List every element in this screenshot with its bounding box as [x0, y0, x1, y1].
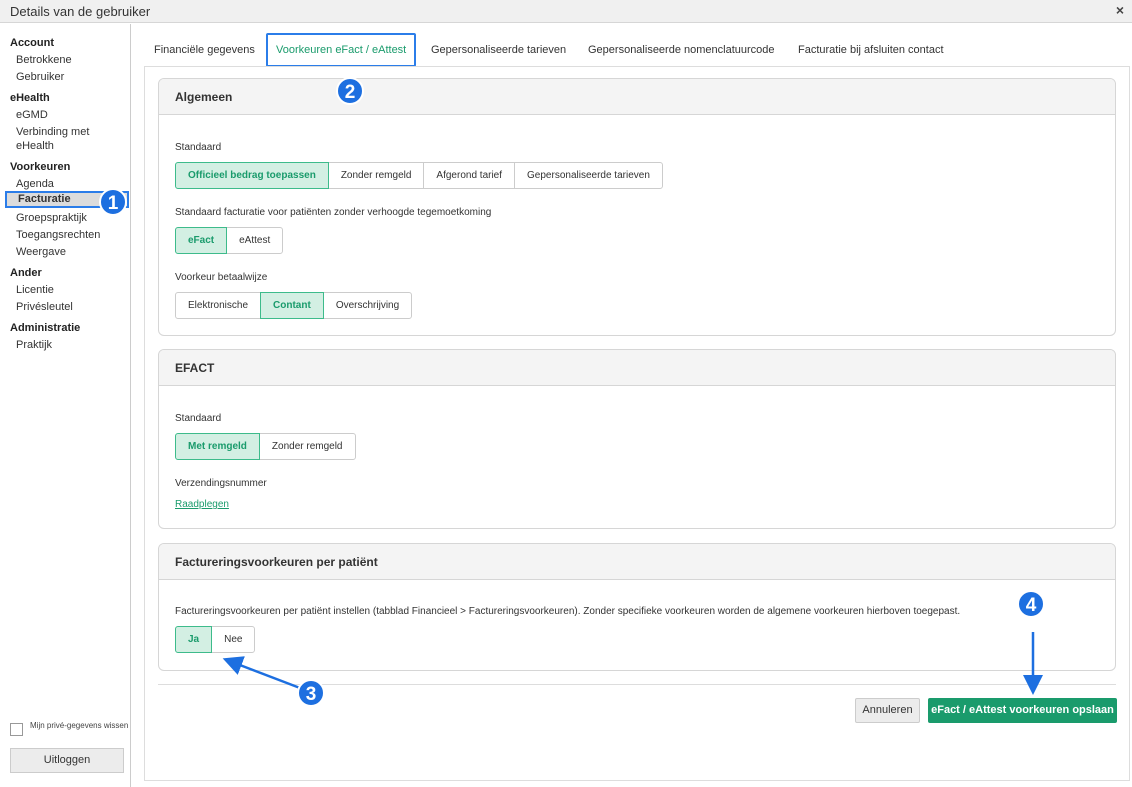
- option-eattest[interactable]: eAttest: [226, 227, 284, 254]
- verzendingsnummer-label: Verzendingsnummer: [175, 478, 267, 489]
- option-contant[interactable]: Contant: [260, 292, 324, 319]
- tab-facturatie-afsluiten-contact[interactable]: Facturatie bij afsluiten contact: [798, 33, 944, 67]
- option-gepersonaliseerde-tarieven[interactable]: Gepersonaliseerde tarieven: [514, 162, 663, 189]
- wipe-private-data-label: Mijn privé-gegevens wissen: [30, 721, 129, 730]
- sidebar-item-betrokkene[interactable]: Betrokkene: [16, 53, 126, 67]
- cancel-button[interactable]: Annuleren: [855, 698, 920, 723]
- patient-preferences-segmented: Ja Nee: [175, 626, 256, 653]
- main-content: Algemeen Standaard Officieel bedrag toep…: [144, 66, 1130, 781]
- tab-voorkeuren-efact-eattest[interactable]: Voorkeuren eFact / eAttest: [266, 33, 417, 67]
- sidebar-group-ander: Ander: [10, 267, 42, 279]
- facturatie-label: Standaard facturatie voor patiënten zond…: [175, 207, 492, 218]
- annotation-badge-2: 2: [336, 77, 364, 105]
- option-overschrijving[interactable]: Overschrijving: [322, 292, 413, 319]
- betaalwijze-segmented: Elektronische Contant Overschrijving: [175, 292, 413, 319]
- window-titlebar: Details van de gebruiker ×: [0, 0, 1132, 23]
- facturatie-segmented: eFact eAttest: [175, 227, 284, 254]
- algemeen-standaard-segmented: Officieel bedrag toepassen Zonder remgel…: [175, 162, 663, 189]
- sidebar-item-verbinding-ehealth[interactable]: Verbinding met eHealth: [16, 125, 106, 153]
- sidebar-group-ehealth: eHealth: [10, 92, 50, 104]
- tab-gepersonaliseerde-tarieven[interactable]: Gepersonaliseerde tarieven: [431, 33, 566, 67]
- sidebar-item-gebruiker[interactable]: Gebruiker: [16, 70, 126, 84]
- panel-efact: EFACT Standaard Met remgeld Zonder remge…: [158, 349, 1116, 529]
- close-icon[interactable]: ×: [1116, 2, 1124, 18]
- betaalwijze-label: Voorkeur betaalwijze: [175, 272, 268, 283]
- panel-patient-title: Factureringsvoorkeuren per patiënt: [159, 544, 1115, 580]
- option-nee[interactable]: Nee: [211, 626, 256, 653]
- efact-standaard-segmented: Met remgeld Zonder remgeld: [175, 433, 356, 460]
- option-officieel-bedrag[interactable]: Officieel bedrag toepassen: [175, 162, 329, 189]
- option-ja[interactable]: Ja: [175, 626, 213, 653]
- algemeen-standaard-label: Standaard: [175, 142, 222, 153]
- save-preferences-button[interactable]: eFact / eAttest voorkeuren opslaan: [928, 698, 1117, 723]
- sidebar: Account Betrokkene Gebruiker eHealth eGM…: [0, 24, 131, 787]
- panel-algemeen-title: Algemeen: [159, 79, 1115, 115]
- option-zonder-remgeld-efact[interactable]: Zonder remgeld: [258, 433, 356, 460]
- option-afgerond-tarief[interactable]: Afgerond tarief: [423, 162, 516, 189]
- sidebar-item-egmd[interactable]: eGMD: [16, 108, 126, 122]
- sidebar-group-voorkeuren: Voorkeuren: [10, 161, 71, 173]
- annotation-badge-4: 4: [1017, 590, 1045, 618]
- logout-button[interactable]: Uitloggen: [10, 748, 124, 773]
- sidebar-item-privesleutel[interactable]: Privésleutel: [16, 300, 126, 314]
- option-zonder-remgeld[interactable]: Zonder remgeld: [327, 162, 425, 189]
- efact-standaard-label: Standaard: [175, 413, 222, 424]
- window-title: Details van de gebruiker: [10, 4, 151, 19]
- tab-gepersonaliseerde-nomenclatuurcode[interactable]: Gepersonaliseerde nomenclatuurcode: [588, 33, 775, 67]
- panel-patient-preferences: Factureringsvoorkeuren per patiënt Factu…: [158, 543, 1116, 671]
- sidebar-item-weergave[interactable]: Weergave: [16, 245, 126, 259]
- annotation-badge-1: 1: [99, 188, 127, 216]
- panel-algemeen: Algemeen Standaard Officieel bedrag toep…: [158, 78, 1116, 336]
- annotation-badge-3: 3: [297, 679, 325, 707]
- raadplegen-link[interactable]: Raadplegen: [175, 499, 229, 510]
- sidebar-item-toegangsrechten[interactable]: Toegangsrechten: [16, 228, 126, 242]
- sidebar-group-administratie: Administratie: [10, 322, 81, 334]
- sidebar-group-account: Account: [10, 37, 54, 49]
- sidebar-item-facturatie-label: Facturatie: [18, 193, 71, 205]
- option-elektronische[interactable]: Elektronische: [175, 292, 262, 319]
- sidebar-item-licentie[interactable]: Licentie: [16, 283, 126, 297]
- option-efact[interactable]: eFact: [175, 227, 228, 254]
- panel-efact-title: EFACT: [159, 350, 1115, 386]
- tab-financiele-gegevens[interactable]: Financiële gegevens: [154, 33, 255, 67]
- wipe-private-data-checkbox[interactable]: [10, 723, 23, 736]
- patient-preferences-description: Factureringsvoorkeuren per patiënt inste…: [175, 606, 961, 617]
- option-met-remgeld[interactable]: Met remgeld: [175, 433, 260, 460]
- sidebar-item-praktijk[interactable]: Praktijk: [16, 338, 126, 352]
